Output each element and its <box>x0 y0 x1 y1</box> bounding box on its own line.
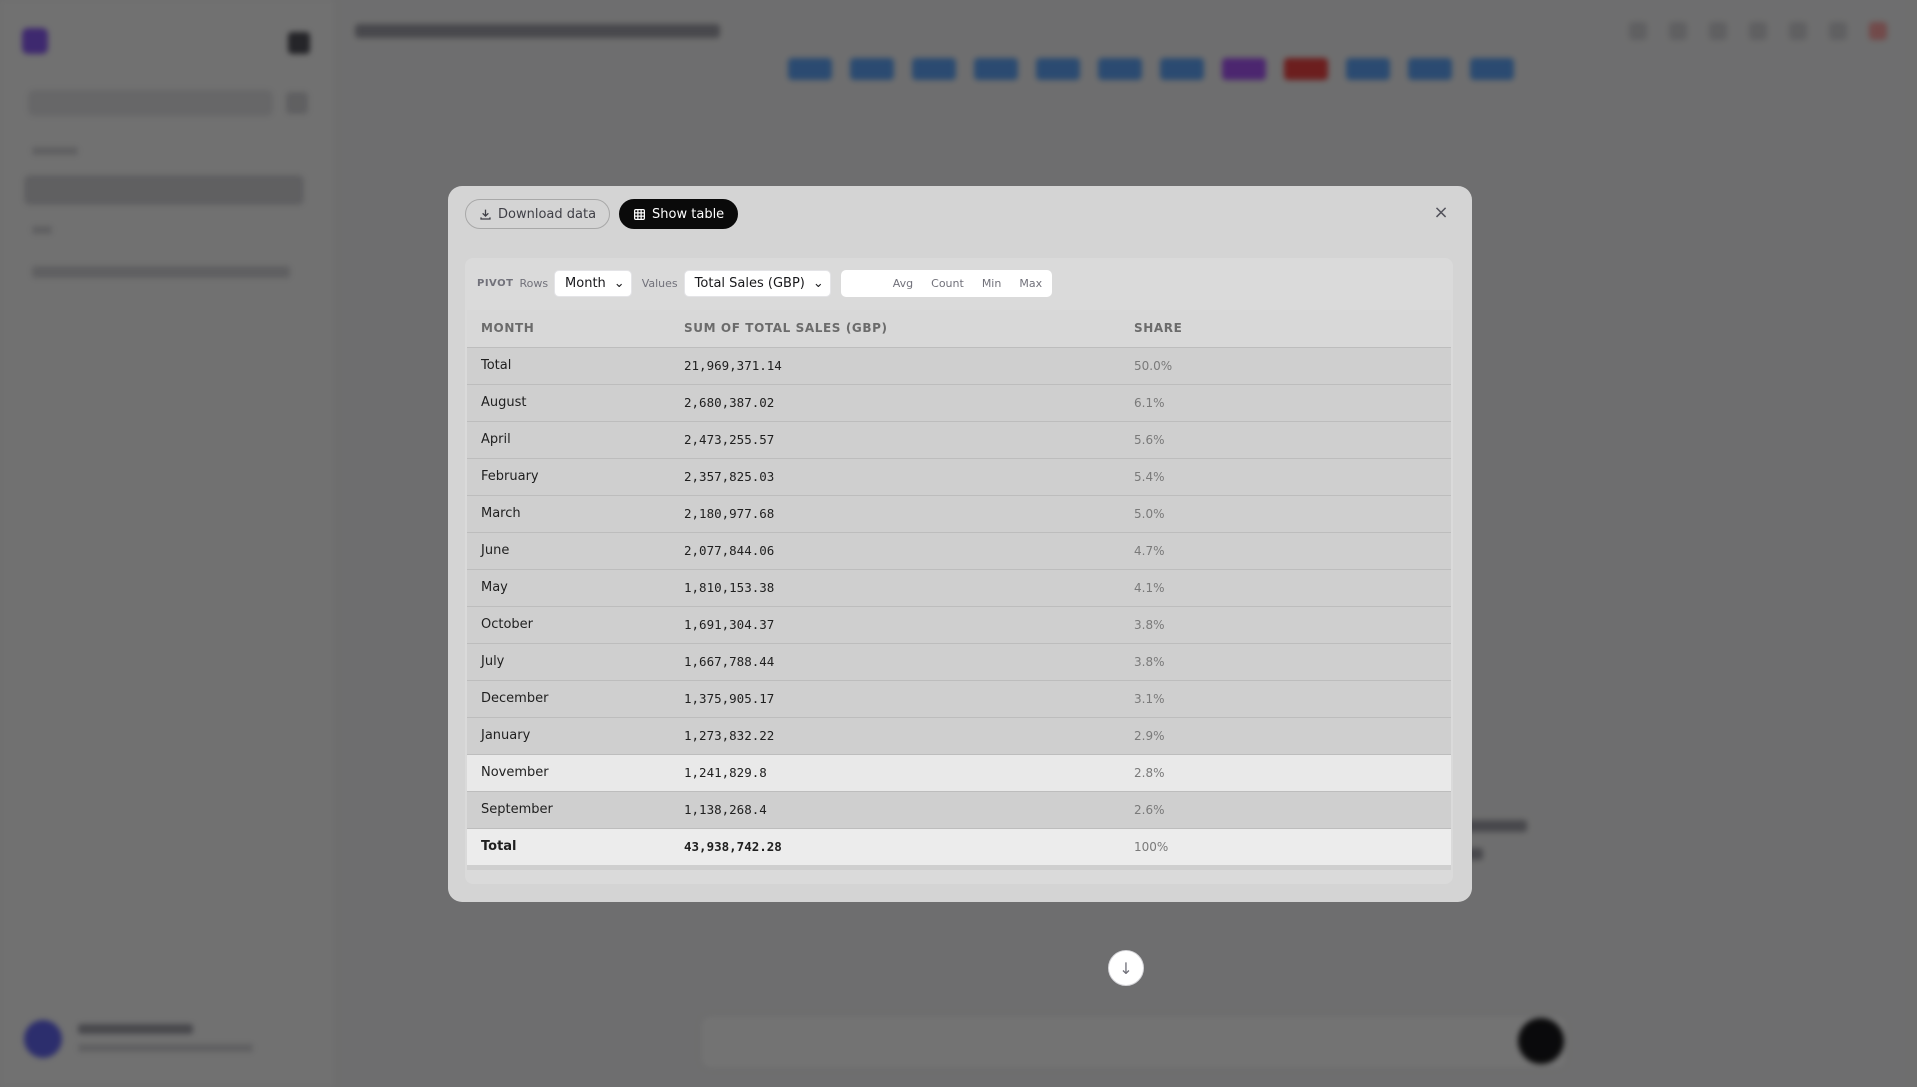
cell-month: April <box>481 432 511 447</box>
cell-sum: 2,473,255.57 <box>684 432 775 447</box>
cell-month: February <box>481 469 539 484</box>
cell-share: 3.8% <box>1134 654 1165 669</box>
values-select[interactable]: Total Sales (GBP) ⌄ <box>683 269 831 297</box>
cell-share: 2.9% <box>1134 728 1165 743</box>
agg-min-button[interactable]: Min <box>982 277 1002 290</box>
cell-sum: 1,810,153.38 <box>684 580 775 595</box>
modal-toolbar: Download data Show table <box>465 199 739 229</box>
cell-month: July <box>481 654 505 669</box>
table-icon <box>634 208 646 220</box>
cell-share: 2.8% <box>1134 765 1165 780</box>
table-row: June 2,077,844.06 4.7% <box>467 532 1451 569</box>
cell-month: September <box>481 802 553 817</box>
cell-share: 3.1% <box>1134 691 1165 706</box>
cell-month: Total <box>481 358 512 373</box>
arrow-down-icon: ↓ <box>1119 958 1133 978</box>
cell-sum: 1,375,905.17 <box>684 691 775 706</box>
cell-total-sum: 43,938,742.28 <box>684 839 782 855</box>
cell-share: 5.0% <box>1134 506 1165 521</box>
chevron-down-icon: ⌄ <box>812 275 824 291</box>
cell-share: 5.4% <box>1134 469 1165 484</box>
show-table-button[interactable]: Show table <box>619 199 739 229</box>
col-header-month[interactable]: MONTH <box>467 310 670 347</box>
agg-max-button[interactable]: Max <box>1019 277 1042 290</box>
cell-share: 5.6% <box>1134 432 1165 447</box>
data-modal: Download data Show table × PIVOT Rows Mo… <box>448 186 1472 902</box>
table-row: November 1,241,829.8 2.8% <box>467 754 1451 791</box>
cell-sum: 2,180,977.68 <box>684 506 775 521</box>
cell-sum: 1,241,829.8 <box>684 765 767 780</box>
cell-month: December <box>481 691 549 706</box>
cell-month: March <box>481 506 521 521</box>
cell-sum: 2,077,844.06 <box>684 543 775 558</box>
rows-select[interactable]: Month ⌄ <box>554 269 632 297</box>
cell-month: January <box>481 728 531 743</box>
scroll-down-button[interactable]: ↓ <box>1108 950 1144 986</box>
table-row: October 1,691,304.37 3.8% <box>467 606 1451 643</box>
cell-share: 50.0% <box>1134 358 1173 373</box>
table-row: February 2,357,825.03 5.4% <box>467 458 1451 495</box>
cell-month: May <box>481 580 508 595</box>
download-data-button[interactable]: Download data <box>465 199 611 229</box>
table-row: December 1,375,905.17 3.1% <box>467 680 1451 717</box>
cell-total-share: 100% <box>1134 839 1169 854</box>
table-header-row: MONTH SUM OF TOTAL SALES (GBP) SHARE <box>467 310 1451 347</box>
show-table-label: Show table <box>652 206 725 222</box>
pivot-table-container: MONTH SUM OF TOTAL SALES (GBP) SHARE Tot… <box>467 310 1451 870</box>
cell-sum: 1,273,832.22 <box>684 728 775 743</box>
pivot-controls: PIVOT Rows Month ⌄ Values Total Sales (G… <box>477 268 1053 298</box>
download-data-label: Download data <box>498 206 597 222</box>
table-row: January 1,273,832.22 2.9% <box>467 717 1451 754</box>
table-body: Total 21,969,371.14 50.0% August 2,680,387.0… <box>467 347 1451 865</box>
col-header-sum[interactable]: SUM OF TOTAL SALES (GBP) <box>670 310 1120 347</box>
pivot-panel: PIVOT Rows Month ⌄ Values Total Sales (G… <box>465 258 1453 884</box>
cell-sum: 1,138,268.4 <box>684 802 767 817</box>
table-row: September 1,138,268.4 2.6% <box>467 791 1451 828</box>
cell-month: November <box>481 765 549 780</box>
table-row: July 1,667,788.44 3.8% <box>467 643 1451 680</box>
cell-month: June <box>481 543 510 558</box>
agg-count-button[interactable]: Count <box>931 277 964 290</box>
table-row: March 2,180,977.68 5.0% <box>467 495 1451 532</box>
chevron-down-icon: ⌄ <box>613 275 625 291</box>
cell-sum: 21,969,371.14 <box>684 358 782 373</box>
values-select-value: Total Sales (GBP) <box>694 275 805 291</box>
aggregation-toggle-group: Avg Count Min Max <box>840 269 1053 297</box>
cell-share: 4.7% <box>1134 543 1165 558</box>
cell-share: 2.6% <box>1134 802 1165 817</box>
values-label: Values <box>641 276 678 290</box>
cell-sum: 1,667,788.44 <box>684 654 775 669</box>
table-row: August 2,680,387.02 6.1% <box>467 384 1451 421</box>
agg-avg-button[interactable]: Avg <box>893 277 913 290</box>
rows-select-value: Month <box>565 275 606 291</box>
cell-total-label: Total <box>481 839 517 855</box>
rows-label: Rows <box>519 276 549 290</box>
table-row: April 2,473,255.57 5.6% <box>467 421 1451 458</box>
cell-share: 4.1% <box>1134 580 1165 595</box>
pivot-tag: PIVOT <box>477 277 514 289</box>
close-icon[interactable]: × <box>1432 204 1450 222</box>
cell-sum: 2,357,825.03 <box>684 469 775 484</box>
col-header-share[interactable]: SHARE <box>1120 310 1451 347</box>
pivot-table: MONTH SUM OF TOTAL SALES (GBP) SHARE Tot… <box>467 310 1451 865</box>
cell-share: 6.1% <box>1134 395 1165 410</box>
cell-sum: 2,680,387.02 <box>684 395 775 410</box>
download-icon <box>480 209 491 220</box>
cell-month: August <box>481 395 527 410</box>
cell-sum: 1,691,304.37 <box>684 617 775 632</box>
cell-share: 3.8% <box>1134 617 1165 632</box>
cell-month: October <box>481 617 534 632</box>
table-row: Total 21,969,371.14 50.0% <box>467 347 1451 384</box>
table-row: May 1,810,153.38 4.1% <box>467 569 1451 606</box>
table-total-row: Total 43,938,742.28 100% <box>467 828 1451 865</box>
